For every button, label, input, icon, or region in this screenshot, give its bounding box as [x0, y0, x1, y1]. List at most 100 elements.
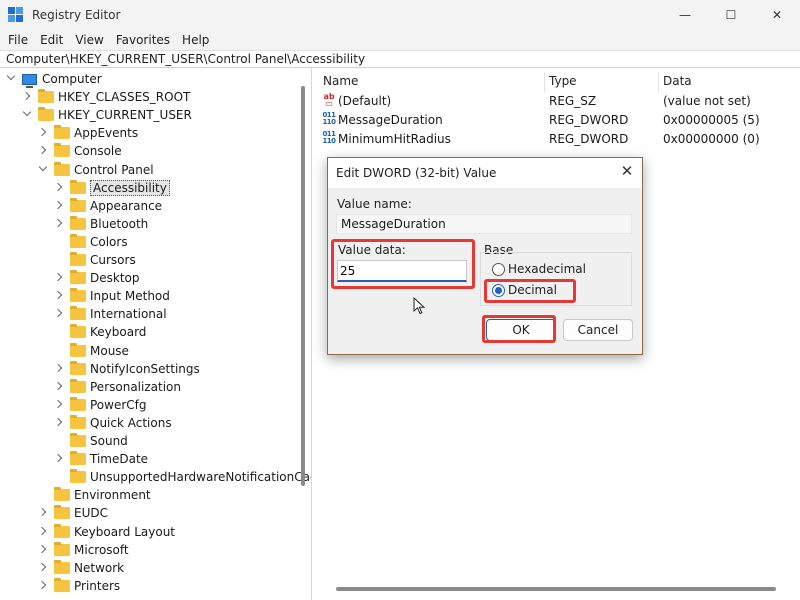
column-separator[interactable] — [544, 72, 545, 92]
chevron-right-icon[interactable] — [54, 400, 64, 410]
tree-item[interactable]: AppEvents — [38, 124, 138, 142]
tree-item-label: Appearance — [90, 198, 163, 213]
chevron-down-icon[interactable] — [6, 74, 16, 84]
tree-item[interactable]: Printers — [38, 577, 120, 595]
tree-item[interactable]: NotifyIconSettings — [54, 360, 200, 378]
decimal-radio[interactable] — [492, 284, 505, 297]
folder-icon — [54, 523, 70, 538]
dialog-close-button[interactable]: ✕ — [617, 162, 637, 182]
column-header-name[interactable]: Name — [323, 74, 358, 88]
tree-item[interactable]: Network — [38, 559, 124, 577]
menu-help[interactable]: Help — [182, 33, 209, 47]
folder-icon — [70, 252, 86, 266]
chevron-right-icon[interactable] — [38, 146, 48, 156]
tree-item[interactable]: Accessibility — [54, 179, 170, 197]
folder-icon — [70, 197, 86, 212]
chevron-down-icon[interactable] — [38, 165, 48, 175]
folder-icon — [70, 378, 86, 393]
chevron-right-icon[interactable] — [54, 291, 64, 301]
tree-item-label: UnsupportedHardwareNotificationCache — [90, 470, 312, 485]
chevron-down-icon[interactable] — [22, 110, 32, 120]
tree-item[interactable]: Sound — [54, 432, 128, 450]
decimal-label[interactable]: Decimal — [508, 283, 557, 297]
address-bar[interactable]: Computer\HKEY_CURRENT_USER\Control Panel… — [0, 50, 800, 68]
column-header-type[interactable]: Type — [549, 74, 577, 88]
menu-favorites[interactable]: Favorites — [116, 33, 170, 47]
menu-view[interactable]: View — [75, 33, 103, 47]
list-item[interactable]: 011 110 MessageDuration REG_DWORD 0x00000… — [318, 111, 800, 130]
tree-item[interactable]: PowerCfg — [54, 396, 147, 414]
chevron-right-icon[interactable] — [54, 364, 64, 374]
tree-item[interactable]: UnsupportedHardwareNotificationCache — [54, 468, 312, 486]
tree-item[interactable]: HKEY_CURRENT_USER — [22, 106, 192, 124]
menu-file[interactable]: File — [8, 33, 28, 47]
tree-item[interactable]: Mouse — [54, 342, 129, 360]
chevron-right-icon[interactable] — [38, 581, 48, 591]
folder-icon — [38, 89, 54, 104]
tree-item[interactable]: Control Panel — [38, 161, 154, 179]
chevron-right-icon[interactable] — [38, 508, 48, 518]
tree-item[interactable]: Keyboard Layout — [38, 523, 175, 541]
tree-scrollbar[interactable] — [301, 86, 305, 486]
chevron-right-icon[interactable] — [22, 92, 32, 102]
column-separator[interactable] — [658, 72, 659, 92]
title-bar: Registry Editor — ☐ ✕ — [0, 0, 800, 30]
tree-item[interactable]: Bluetooth — [54, 215, 148, 233]
chevron-right-icon[interactable] — [54, 454, 64, 464]
tree-item[interactable]: Colors — [54, 233, 128, 251]
chevron-right-icon[interactable] — [38, 545, 48, 555]
hexadecimal-label[interactable]: Hexadecimal — [508, 262, 586, 276]
tree-item[interactable]: Environment — [38, 486, 151, 504]
tree-item-label: International — [90, 307, 167, 322]
tree-item[interactable]: Personalization — [54, 378, 181, 396]
chevron-right-icon[interactable] — [54, 273, 64, 283]
chevron-right-icon[interactable] — [54, 183, 64, 193]
tree-item-label: Bluetooth — [90, 216, 149, 231]
tree-item[interactable]: Console — [38, 142, 122, 160]
tree-item[interactable]: TimeDate — [54, 450, 148, 468]
value-data-input[interactable] — [337, 260, 467, 282]
folder-icon — [54, 577, 70, 592]
tree-item-label: Cursors — [90, 253, 136, 267]
folder-icon — [70, 179, 86, 194]
value-data: 0x00000000 (0) — [663, 132, 760, 146]
tree-item[interactable]: EUDC — [38, 504, 108, 522]
ok-button[interactable]: OK — [486, 319, 556, 341]
folder-icon — [70, 288, 86, 303]
tree-item[interactable]: Keyboard — [54, 323, 146, 341]
tree-item-label: Quick Actions — [90, 415, 172, 430]
cancel-button[interactable]: Cancel — [563, 319, 633, 341]
folder-icon — [54, 125, 70, 140]
tree-item[interactable]: Quick Actions — [54, 414, 172, 432]
chevron-right-icon[interactable] — [38, 527, 48, 537]
list-horizontal-scrollbar[interactable] — [336, 587, 776, 591]
chevron-right-icon[interactable] — [38, 128, 48, 138]
tree-item[interactable]: Desktop — [54, 269, 140, 287]
tree-item[interactable]: HKEY_CLASSES_ROOT — [22, 88, 190, 106]
maximize-button[interactable]: ☐ — [708, 0, 754, 30]
chevron-right-icon[interactable] — [54, 201, 64, 211]
chevron-right-icon[interactable] — [54, 418, 64, 428]
list-item[interactable]: 011 110 MinimumHitRadius REG_DWORD 0x0000… — [318, 130, 800, 149]
tree-item-computer[interactable]: Computer — [6, 70, 102, 88]
menu-edit[interactable]: Edit — [40, 33, 63, 47]
value-data: (value not set) — [663, 94, 751, 108]
tree-item[interactable]: Cursors — [54, 251, 136, 269]
value-type: REG_DWORD — [549, 132, 629, 146]
tree-item[interactable]: Appearance — [54, 197, 162, 215]
chevron-right-icon[interactable] — [54, 309, 64, 319]
minimize-button[interactable]: — — [662, 0, 708, 30]
base-group — [480, 252, 632, 306]
tree-item[interactable]: Microsoft — [38, 541, 129, 559]
chevron-right-icon[interactable] — [54, 382, 64, 392]
tree-item[interactable]: Input Method — [54, 287, 170, 305]
list-item[interactable]: ab ▭ (Default) REG_SZ (value not set) — [318, 92, 800, 111]
column-header-data[interactable]: Data — [663, 74, 692, 88]
tree-item[interactable]: International — [54, 305, 167, 323]
minimize-icon: — — [679, 8, 691, 22]
close-window-button[interactable]: ✕ — [754, 0, 800, 30]
chevron-right-icon[interactable] — [38, 563, 48, 573]
chevron-right-icon[interactable] — [54, 219, 64, 229]
hexadecimal-radio[interactable] — [492, 263, 505, 276]
registry-editor-app-icon — [8, 7, 24, 23]
